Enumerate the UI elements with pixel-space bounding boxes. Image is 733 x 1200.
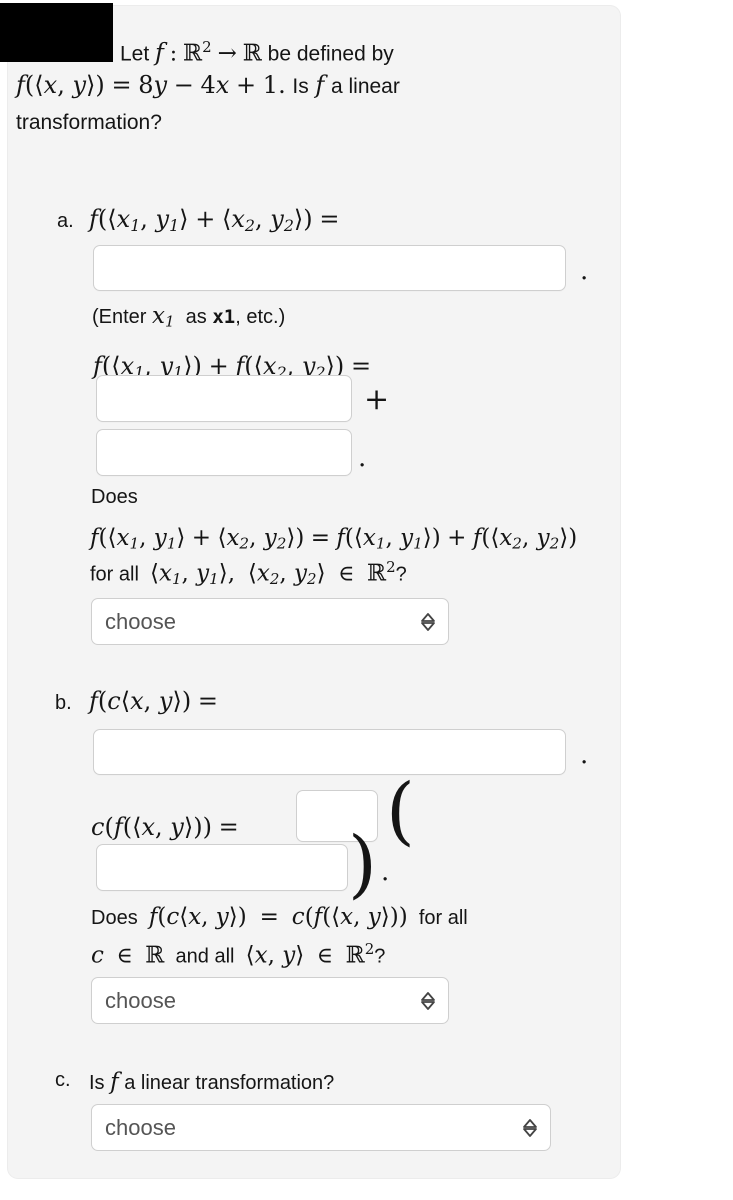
- part-a-answer-input-3[interactable]: [96, 429, 352, 476]
- part-a-select-value: choose: [105, 608, 176, 634]
- part-b-equation-label-2: c(f(⟨x, y⟩)) =: [91, 813, 239, 841]
- prompt-definition: f(⟨x, y⟩) = 8y − 4x + 1. Is f a linear: [16, 71, 400, 99]
- part-b-does-line-2: c ∈ ℝ and all ⟨x, y⟩ ∈ ℝ2?: [91, 940, 386, 969]
- part-a-answer-input-1[interactable]: [93, 245, 566, 291]
- part-b-select[interactable]: choose: [91, 977, 449, 1024]
- part-a-letter: a.: [57, 210, 74, 232]
- part-a-period-2: .: [358, 443, 367, 473]
- part-c-select[interactable]: choose: [91, 1104, 551, 1151]
- prompt-lead: Let: [120, 42, 150, 66]
- prompt-defined-by: be defined by: [267, 42, 394, 66]
- part-b-open-paren: (: [386, 768, 415, 854]
- chevron-up-down-icon: [523, 1118, 537, 1137]
- redaction-block: [0, 3, 113, 62]
- prompt-colon: :: [169, 41, 178, 67]
- part-b-does-line-1: Does f(c⟨x, y⟩) = c(f(⟨x, y⟩)) for all: [91, 904, 468, 930]
- prompt-codomain: ℝ: [242, 40, 262, 67]
- part-a-hint: (Enter x1 as x1, etc.): [92, 303, 286, 331]
- part-a-equation-label: f(⟨x1, y1⟩ + ⟨x2, y2⟩) =: [89, 205, 340, 235]
- arrow-icon: →: [217, 40, 237, 67]
- part-c-question: Is f a linear transformation?: [89, 1069, 335, 1095]
- part-a-for-all-line: for all ⟨x1, y1⟩, ⟨x2, y2⟩ ∈ ℝ2?: [90, 558, 407, 588]
- part-b-period-1: .: [580, 740, 589, 770]
- part-b-equation-label: f(c⟨x, y⟩) =: [89, 687, 218, 715]
- prompt-f-symbol: f: [155, 38, 164, 67]
- part-b-select-value: choose: [105, 987, 176, 1013]
- prompt-domain: ℝ: [183, 40, 203, 67]
- part-a-does-label: Does: [91, 486, 138, 508]
- chevron-up-down-icon: [421, 612, 435, 631]
- part-a-condition-equation: f(⟨x1, y1⟩ + ⟨x2, y2⟩) = f(⟨x1, y1⟩) + f…: [90, 525, 578, 553]
- part-b-letter: b.: [55, 692, 72, 714]
- part-a-select[interactable]: choose: [91, 598, 449, 645]
- part-b-answer-input-3[interactable]: [96, 844, 348, 891]
- chevron-up-down-icon: [421, 991, 435, 1010]
- part-c-select-value: choose: [105, 1114, 176, 1140]
- prompt-tail: transformation?: [16, 111, 162, 134]
- prompt-domain-exponent: 2: [202, 38, 212, 56]
- part-b-period-2: .: [381, 857, 390, 887]
- part-b-close-paren: ): [348, 821, 377, 907]
- part-a-answer-input-2[interactable]: [96, 375, 352, 422]
- part-a-plus-sign: +: [364, 382, 390, 417]
- part-c-letter: c.: [55, 1069, 71, 1091]
- part-a-period-1: .: [580, 256, 589, 286]
- part-b-answer-input-1[interactable]: [93, 729, 566, 775]
